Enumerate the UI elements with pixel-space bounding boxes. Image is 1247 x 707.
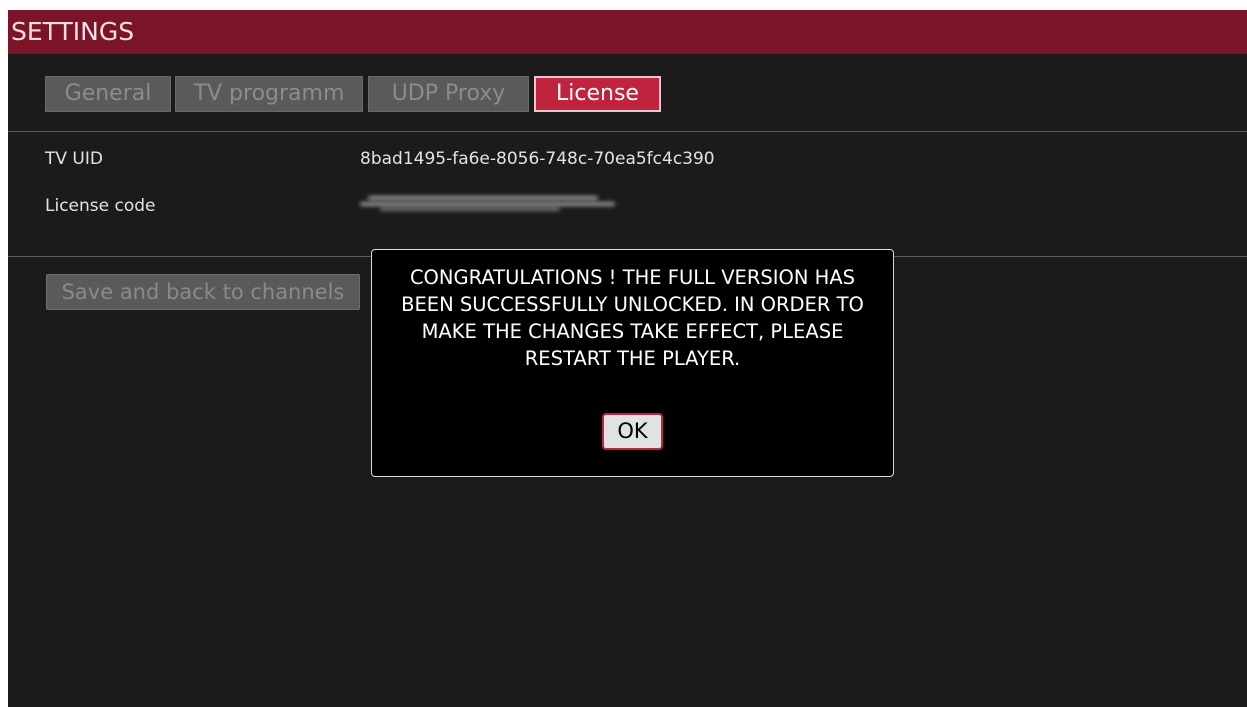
dialog-message: CONGRATULATIONS ! THE FULL VERSION HAS B… [401,266,864,370]
tab-tv-programm[interactable]: TV programm [175,76,363,112]
license-code-value-redacted [360,193,620,211]
tab-general[interactable]: General [45,76,171,112]
ok-button[interactable]: OK [602,413,663,450]
title-bar: SETTINGS [8,10,1247,54]
success-dialog: CONGRATULATIONS ! THE FULL VERSION HAS B… [371,249,894,477]
divider [8,131,1247,132]
tv-uid-value: 8bad1495-fa6e-8056-748c-70ea5fc4c390 [360,149,715,169]
tab-license[interactable]: License [534,76,661,112]
license-code-label: License code [45,196,156,216]
tv-uid-label: TV UID [45,149,103,169]
page-title: SETTINGS [11,17,135,46]
save-and-back-button[interactable]: Save and back to channels [46,274,360,310]
tab-udp-proxy[interactable]: UDP Proxy [368,76,529,112]
settings-screen: SETTINGS General TV programm UDP Proxy L… [8,10,1247,707]
